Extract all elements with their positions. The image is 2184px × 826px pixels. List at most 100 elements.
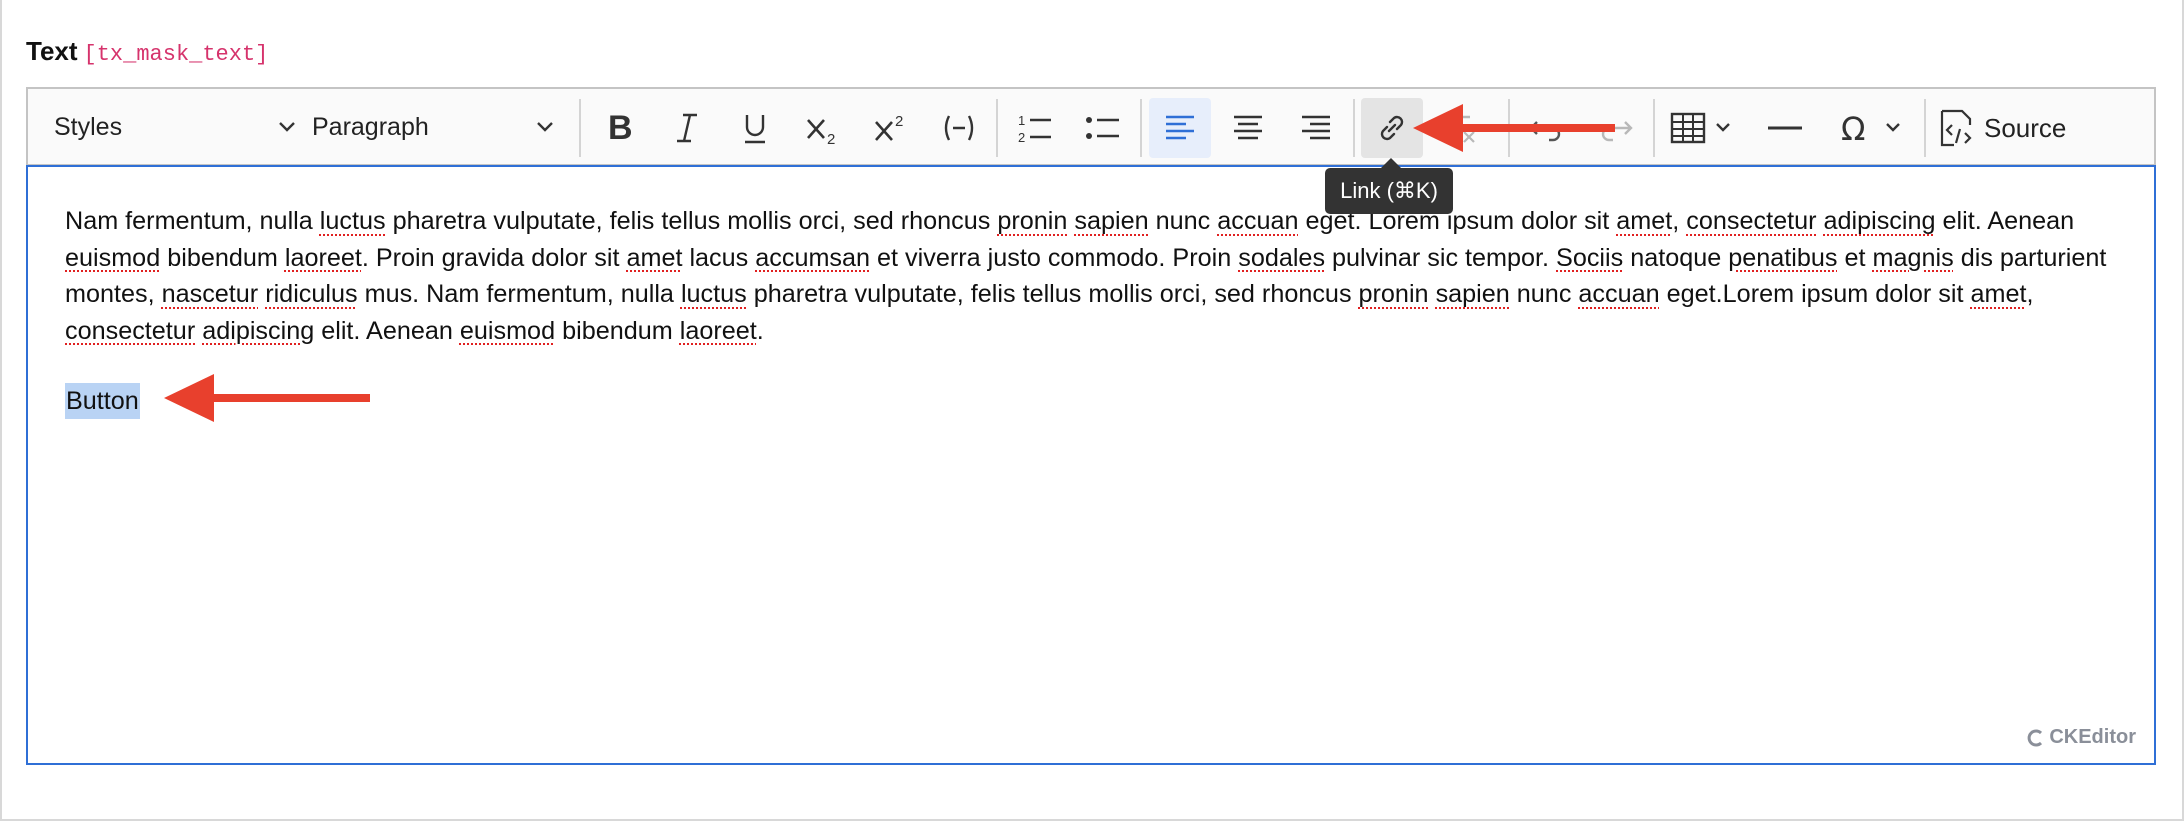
source-icon	[1940, 109, 1972, 147]
align-left-button[interactable]	[1149, 98, 1211, 158]
svg-text:B: B	[608, 110, 633, 146]
bold-button[interactable]: B	[588, 98, 650, 158]
horizontal-line-button[interactable]	[1754, 98, 1816, 158]
align-center-button[interactable]	[1217, 98, 1279, 158]
soft-hyphen-button[interactable]	[928, 98, 990, 158]
spellcheck-word[interactable]: amet	[1616, 207, 1672, 235]
chevron-down-icon	[276, 115, 298, 144]
insert-table-button[interactable]	[1662, 98, 1746, 158]
styles-dropdown-label: Styles	[54, 112, 123, 141]
source-button[interactable]: Source	[1938, 98, 2066, 158]
toolbar-separator	[1140, 99, 1142, 157]
text-run: bibendum	[555, 316, 680, 345]
text-run: .	[756, 316, 764, 345]
superscript-icon: 2	[875, 113, 903, 141]
numbered-list-icon: 12	[1018, 113, 1051, 145]
text-run: mus. Nam fermentum, nulla	[357, 280, 681, 308]
text-run: nunc	[1148, 207, 1218, 235]
spellcheck-word[interactable]: sapien	[1436, 280, 1510, 308]
ckeditor-badge[interactable]: CKEditor	[2027, 726, 2136, 749]
numbered-list-button[interactable]: 12	[1004, 98, 1066, 158]
spellcheck-word[interactable]: amet	[1970, 280, 2026, 308]
bulleted-list-icon	[1086, 117, 1119, 139]
link-tooltip-text: Link (⌘K)	[1340, 178, 1438, 203]
spellcheck-word[interactable]: ridiculus	[265, 280, 357, 308]
spellcheck-word[interactable]: accuan	[1578, 280, 1659, 308]
bold-icon: B	[608, 110, 633, 146]
text-run: pharetra vulputate, felis tellus mollis …	[385, 207, 998, 235]
toolbar-separator	[1924, 99, 1926, 157]
spellcheck-word[interactable]: sapien	[1074, 207, 1148, 235]
annotation-arrow-toolbar	[1413, 104, 1615, 152]
svg-text:2: 2	[895, 113, 903, 130]
align-right-button[interactable]	[1285, 98, 1347, 158]
editor-content-area[interactable]: Nam fermentum, nulla luctus pharetra vul…	[26, 165, 2156, 765]
toolbar-separator	[1353, 99, 1355, 157]
text-run: lacus	[682, 243, 756, 272]
spellcheck-word[interactable]: amet	[626, 244, 682, 272]
field-key: [tx_mask_text]	[83, 42, 269, 67]
spellcheck-word[interactable]: Sociis	[1556, 244, 1623, 272]
spellcheck-word[interactable]: luctus	[681, 280, 747, 308]
subscript-button[interactable]: 2	[792, 98, 854, 158]
text-run: elit. Aenean	[1935, 207, 2075, 235]
field-label-text: Text	[26, 36, 78, 66]
text-run: bibendum	[160, 243, 285, 272]
underline-icon	[745, 115, 765, 144]
heading-dropdown[interactable]: Paragraph	[312, 89, 556, 165]
bulleted-list-button[interactable]	[1072, 98, 1134, 158]
spellcheck-word[interactable]: consectetur	[65, 317, 195, 345]
spellcheck-word[interactable]: pronin	[1359, 280, 1429, 308]
text-run	[1429, 280, 1436, 308]
text-run	[1817, 207, 1824, 235]
text-run: et	[1837, 243, 1873, 272]
ckeditor-logo-icon	[2028, 729, 2043, 746]
svg-text:1: 1	[1018, 113, 1025, 128]
selected-text[interactable]: Button	[65, 383, 140, 419]
italic-button[interactable]	[656, 98, 718, 158]
spellcheck-word[interactable]: magnis	[1873, 244, 1954, 272]
spellcheck-word[interactable]: luctus	[320, 207, 386, 235]
text-run: et viverra justo commodo. Proin	[870, 243, 1239, 272]
ckeditor-badge-text: CKEditor	[2049, 726, 2136, 748]
special-characters-icon: Ω	[1841, 110, 1900, 146]
spellcheck-word[interactable]: nascetur	[162, 280, 259, 308]
text-run: natoque	[1623, 243, 1729, 272]
spellcheck-word[interactable]: accumsan	[755, 244, 870, 272]
field-label: Text [tx_mask_text]	[26, 36, 268, 67]
spellcheck-word[interactable]: adipiscing	[202, 317, 314, 345]
spellcheck-word[interactable]: sodales	[1238, 244, 1325, 272]
spellcheck-word[interactable]: penatibus	[1728, 244, 1837, 272]
toolbar-separator	[996, 99, 998, 157]
source-button-label: Source	[1984, 112, 2067, 143]
editor-paragraph[interactable]: Nam fermentum, nulla luctus pharetra vul…	[65, 203, 2125, 349]
underline-button[interactable]	[724, 98, 786, 158]
spellcheck-word[interactable]: laoreet	[680, 317, 757, 345]
svg-text:Ω: Ω	[1841, 110, 1865, 146]
align-left-icon	[1166, 115, 1194, 140]
spellcheck-word[interactable]: pronin	[997, 207, 1067, 235]
spellcheck-word[interactable]: euismod	[460, 317, 555, 345]
spellcheck-word[interactable]: euismod	[65, 244, 160, 272]
spellcheck-word[interactable]: adipiscing	[1824, 207, 1936, 235]
spellcheck-word[interactable]: consectetur	[1686, 207, 1816, 235]
toolbar-separator	[579, 99, 581, 157]
align-center-icon	[1234, 115, 1262, 140]
horizontal-line-icon	[1768, 126, 1802, 130]
heading-dropdown-label: Paragraph	[312, 112, 429, 141]
text-run: pharetra vulputate, felis tellus mollis …	[746, 280, 1359, 308]
soft-hyphen-icon	[944, 115, 974, 141]
svg-text:2: 2	[1018, 130, 1025, 145]
text-run: pulvinar sic tempor.	[1325, 243, 1557, 272]
text-run: . Proin gravida dolor sit	[361, 243, 627, 272]
special-characters-button[interactable]: Ω	[1832, 98, 1916, 158]
text-run: ,	[2026, 280, 2034, 308]
spellcheck-word[interactable]: laoreet	[285, 244, 362, 272]
spellcheck-word[interactable]: accuan	[1217, 207, 1298, 235]
text-run: elit. Aenean	[314, 316, 460, 345]
superscript-button[interactable]: 2	[860, 98, 922, 158]
toolbar-separator	[1653, 99, 1655, 157]
styles-dropdown[interactable]: Styles	[54, 89, 298, 165]
text-run: ,	[1672, 207, 1687, 235]
chevron-down-icon	[534, 115, 556, 144]
